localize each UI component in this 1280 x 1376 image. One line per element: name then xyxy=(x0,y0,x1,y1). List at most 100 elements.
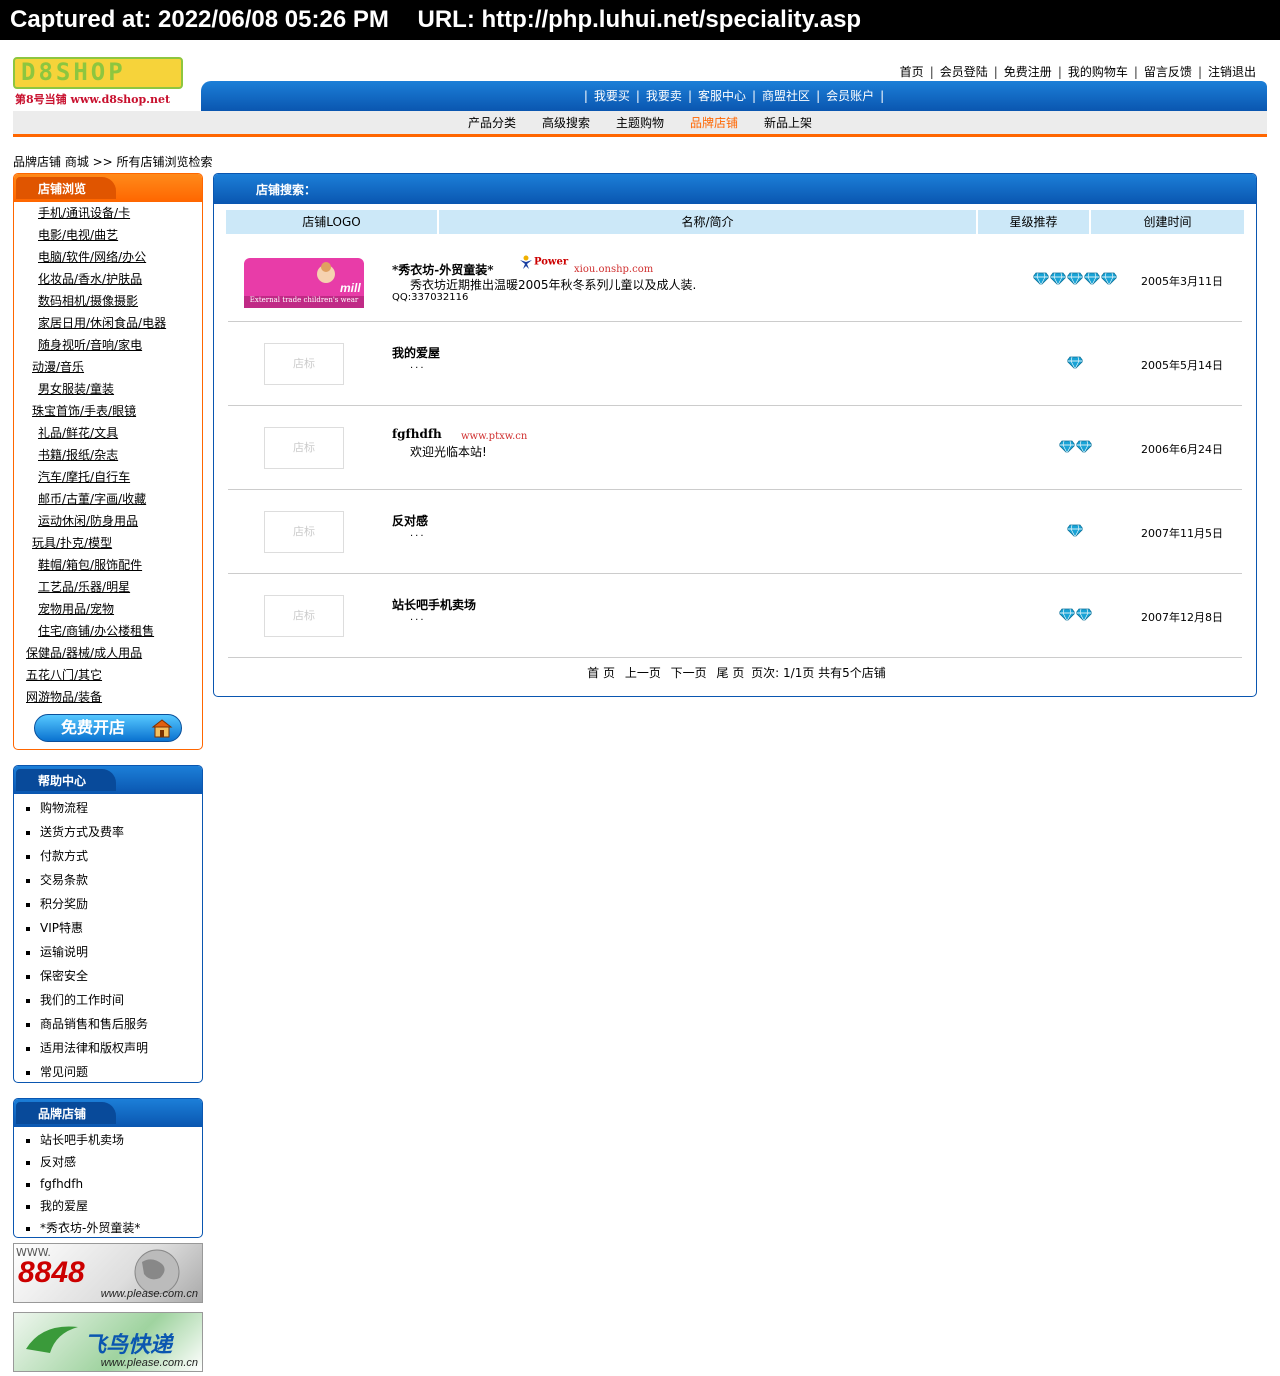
category-link[interactable]: 邮币/古董/字画/收藏 xyxy=(38,492,146,506)
category-link[interactable]: 工艺品/乐器/明星 xyxy=(38,580,130,594)
pager-first[interactable]: 首 页 xyxy=(587,666,615,680)
secondary-nav: 产品分类 高级搜索 主题购物 品牌店铺 新品上架 xyxy=(13,111,1267,135)
primary-nav-item[interactable]: 我要卖 xyxy=(640,89,688,103)
help-item[interactable]: 积分奖励 xyxy=(26,892,202,916)
pager-last[interactable]: 尾 页 xyxy=(717,666,745,680)
secondary-nav-item[interactable]: 主题购物 xyxy=(603,116,677,130)
header-divider xyxy=(13,134,1267,137)
brand-item[interactable]: *秀衣坊-外贸童装* xyxy=(26,1217,202,1237)
help-item[interactable]: 常见问题 xyxy=(26,1060,202,1082)
secondary-nav-item[interactable]: 高级搜索 xyxy=(529,116,603,130)
brand-item[interactable]: 我的爱屋 xyxy=(26,1195,202,1217)
col-name: 名称/简介 xyxy=(439,210,978,234)
category-link[interactable]: 家居日用/休闲食品/电器 xyxy=(38,316,166,330)
help-item[interactable]: 送货方式及费率 xyxy=(26,820,202,844)
free-shop-label: 免费开店 xyxy=(61,718,126,737)
category-link[interactable]: 随身视听/音响/家电 xyxy=(38,338,142,352)
brand-item[interactable]: fgfhdfh xyxy=(26,1173,202,1195)
capture-bar: Captured at: 2022/06/08 05:26 PM URL: ht… xyxy=(0,0,1280,40)
category-item: 手机/通讯设备/卡 xyxy=(14,202,202,224)
primary-nav-item[interactable]: 我要买 xyxy=(588,89,636,103)
pager-prev[interactable]: 上一页 xyxy=(625,666,661,680)
category-link[interactable]: 化妆品/香水/护肤品 xyxy=(38,272,142,286)
help-item-label: 送货方式及费率 xyxy=(40,825,125,839)
shop-name[interactable]: 我的爱屋 xyxy=(392,344,440,361)
category-link[interactable]: 五花八门/其它 xyxy=(26,668,102,682)
category-link[interactable]: 电脑/软件/网络/办公 xyxy=(38,250,146,264)
table-row[interactable]: 店标 fgfhdfh www.ptxw.cn 欢迎光临本站! 2006年6月24日 xyxy=(228,406,1242,490)
shop-name[interactable]: 反对感 xyxy=(392,512,428,529)
help-item[interactable]: 运输说明 xyxy=(26,940,202,964)
category-link[interactable]: 书籍/报纸/杂志 xyxy=(38,448,118,462)
breadcrumb: 品牌店铺 商城 >> 所有店铺浏览检索 xyxy=(13,155,213,169)
category-item: 玩具/扑克/模型 xyxy=(14,532,202,554)
category-link[interactable]: 网游物品/装备 xyxy=(26,690,102,704)
top-links: 首页 | 会员登陆 | 免费注册 | 我的购物车 | 留言反馈 | 注销退出 xyxy=(894,63,1262,80)
pager-next[interactable]: 下一页 xyxy=(671,666,707,680)
top-link[interactable]: 注销退出 xyxy=(1202,65,1262,79)
shop-site[interactable]: xiou.onshp.com xyxy=(574,264,653,275)
brand-item[interactable]: 反对感 xyxy=(26,1151,202,1173)
category-link[interactable]: 保健品/器械/成人用品 xyxy=(26,646,142,660)
diamond-icon xyxy=(1049,272,1067,286)
category-item: 宠物用品/宠物 xyxy=(14,598,202,620)
top-link[interactable]: 留言反馈 xyxy=(1138,65,1198,79)
top-link[interactable]: 首页 xyxy=(894,65,930,79)
help-item[interactable]: 保密安全 xyxy=(26,964,202,988)
category-link[interactable]: 数码相机/摄像摄影 xyxy=(38,294,138,308)
category-item: 礼品/鲜花/文具 xyxy=(14,422,202,444)
help-item[interactable]: VIP特惠 xyxy=(26,916,202,940)
shop-logo-image[interactable]: mill External trade children's wear xyxy=(244,258,364,308)
help-item[interactable]: 我们的工作时间 xyxy=(26,988,202,1012)
site-header: D8SHOP 第8号当铺 www.d8shop.net 首页 | 会员登陆 | 免费注册… xyxy=(13,55,1267,140)
site-logo[interactable]: D8SHOP 第8号当铺 www.d8shop.net xyxy=(13,57,183,107)
banner-8848[interactable]: WWW. 8848 www.please.com.cn xyxy=(13,1243,203,1303)
help-item[interactable]: 商品销售和售后服务 xyxy=(26,1012,202,1036)
diamond-icon xyxy=(1032,272,1050,286)
diamond-icon xyxy=(1066,272,1084,286)
brand-item[interactable]: 站长吧手机卖场 xyxy=(26,1129,202,1151)
banner-feiniao[interactable]: 飞鸟快递 www.please.com.cn xyxy=(13,1312,203,1372)
secondary-nav-item[interactable]: 品牌店铺 xyxy=(677,116,751,130)
table-header: 店铺LOGO 名称/简介 星级推荐 创建时间 xyxy=(226,210,1244,234)
secondary-nav-item[interactable]: 产品分类 xyxy=(455,116,529,130)
shop-site[interactable]: www.ptxw.cn xyxy=(461,431,527,442)
category-link[interactable]: 鞋帽/箱包/服饰配件 xyxy=(38,558,142,572)
primary-nav-item[interactable]: 会员账户 xyxy=(820,89,880,103)
help-item[interactable]: 适用法律和版权声明 xyxy=(26,1036,202,1060)
category-item: 男女服装/童装 xyxy=(14,378,202,400)
top-link[interactable]: 会员登陆 xyxy=(934,65,994,79)
top-link[interactable]: 我的购物车 xyxy=(1062,65,1134,79)
top-link[interactable]: 免费注册 xyxy=(998,65,1058,79)
shop-name[interactable]: 站长吧手机卖场 xyxy=(392,596,476,613)
category-link[interactable]: 宠物用品/宠物 xyxy=(38,602,114,616)
help-item[interactable]: 付款方式 xyxy=(26,844,202,868)
category-item: 随身视听/音响/家电 xyxy=(14,334,202,356)
category-link[interactable]: 礼品/鲜花/文具 xyxy=(38,426,118,440)
help-item[interactable]: 购物流程 xyxy=(26,796,202,820)
category-link[interactable]: 运动休闲/防身用品 xyxy=(38,514,138,528)
category-link[interactable]: 男女服装/童装 xyxy=(38,382,114,396)
primary-nav-item[interactable]: 客服中心 xyxy=(692,89,752,103)
shop-name[interactable]: fgfhdfh xyxy=(392,427,442,441)
primary-nav-item[interactable]: 商盟社区 xyxy=(756,89,816,103)
table-row[interactable]: 店标 站长吧手机卖场... 2007年12月8日 xyxy=(228,574,1242,658)
help-item-label: 付款方式 xyxy=(40,849,89,863)
free-shop-button[interactable]: 免费开店 xyxy=(34,714,182,742)
table-row[interactable]: mill External trade children's wear *秀衣坊-外… xyxy=(228,238,1242,322)
category-link[interactable]: 电影/电视/曲艺 xyxy=(38,228,118,242)
table-row[interactable]: 店标 我的爱屋... 2005年5月14日 xyxy=(228,322,1242,406)
category-item: 家居日用/休闲食品/电器 xyxy=(14,312,202,334)
table-row[interactable]: 店标 反对感... 2007年11月5日 xyxy=(228,490,1242,574)
help-item-label: 适用法律和版权声明 xyxy=(40,1041,149,1055)
shop-description: 欢迎光临本站! xyxy=(410,445,487,459)
category-link[interactable]: 珠宝首饰/手表/眼镜 xyxy=(32,404,136,418)
help-item[interactable]: 交易条款 xyxy=(26,868,202,892)
category-link[interactable]: 手机/通讯设备/卡 xyxy=(38,206,130,220)
category-link[interactable]: 汽车/摩托/自行车 xyxy=(38,470,130,484)
category-link[interactable]: 动漫/音乐 xyxy=(32,360,84,374)
brand-item-label: 我的爱屋 xyxy=(40,1199,89,1213)
category-link[interactable]: 住宅/商铺/办公楼租售 xyxy=(38,624,154,638)
category-link[interactable]: 玩具/扑克/模型 xyxy=(32,536,112,550)
secondary-nav-item[interactable]: 新品上架 xyxy=(751,116,825,130)
